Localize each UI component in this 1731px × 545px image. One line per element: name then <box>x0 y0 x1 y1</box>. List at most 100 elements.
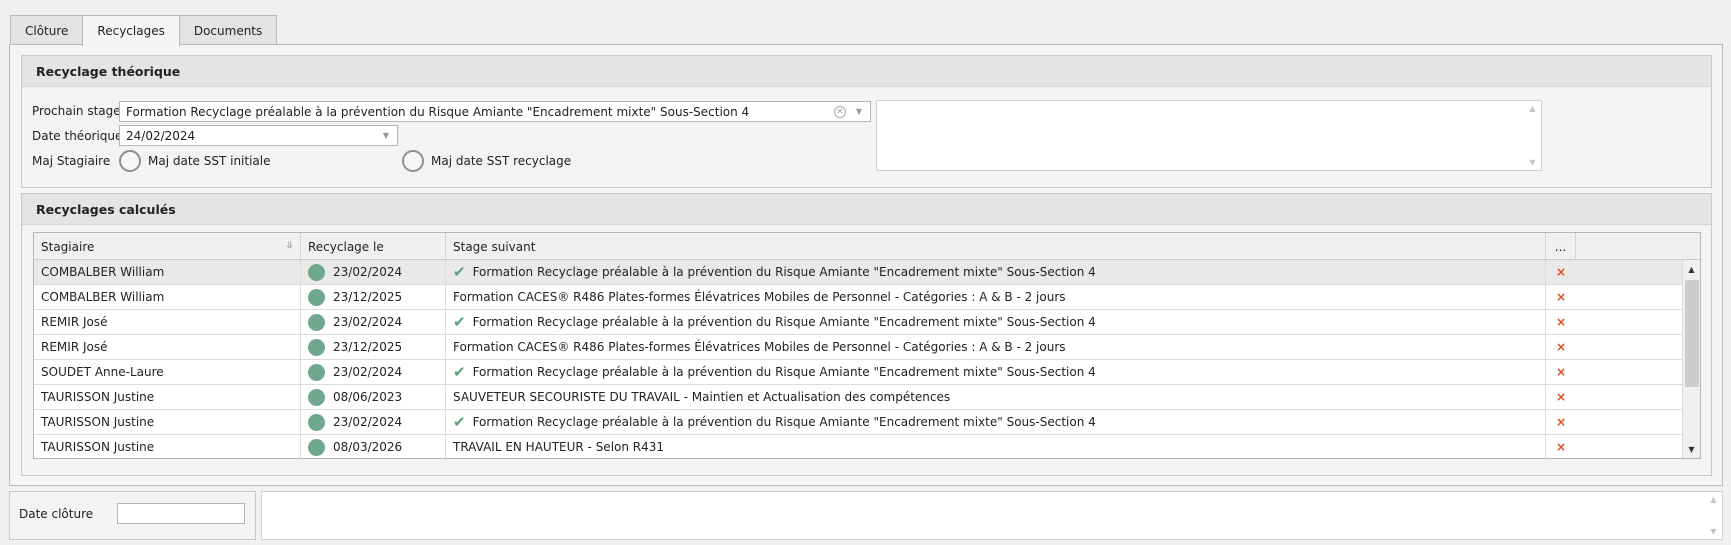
check-icon: ✔ <box>453 263 466 281</box>
cell-stage-suivant: ✔ Formation Recyclage préalable à la prév… <box>446 360 1546 384</box>
column-header-stage-suivant[interactable]: Stage suivant <box>446 233 1546 260</box>
delete-row-button[interactable]: × <box>1546 335 1576 359</box>
cell-stage-suivant: SAUVETEUR SECOURISTE DU TRAVAIL - Mainti… <box>446 385 1546 409</box>
cell-recyclage-le: 23/02/2024 <box>301 260 446 284</box>
cell-stage-text: TRAVAIL EN HAUTEUR - Selon R431 <box>453 440 665 454</box>
cell-stage-text: SAUVETEUR SECOURISTE DU TRAVAIL - Mainti… <box>453 390 951 404</box>
tab-documents[interactable]: Documents <box>178 15 278 45</box>
table-row[interactable]: REMIR José 23/02/2024 ✔ Formation Recyclage… <box>34 310 1683 335</box>
status-dot-icon <box>308 313 325 331</box>
sort-icon[interactable]: ⥥ <box>286 241 293 251</box>
clear-icon[interactable]: ✕ <box>834 105 846 118</box>
row-filler <box>1576 410 1683 434</box>
grid-scrollbar[interactable]: ▲ ▼ <box>1682 260 1700 458</box>
cell-stagiaire: REMIR José <box>34 310 301 334</box>
cell-stage-suivant: Formation CACES® R486 Plates-formes Élév… <box>446 285 1546 309</box>
date-cloture-input[interactable] <box>117 503 245 524</box>
table-row[interactable]: TAURISSON Justine 08/03/2026 TRAVAIL EN HA… <box>34 435 1683 458</box>
recyclage-notes-memo[interactable]: ▲ ▼ <box>876 100 1542 171</box>
cell-date-text: 08/06/2023 <box>333 390 403 404</box>
cell-stage-text: Formation CACES® R486 Plates-formes Élév… <box>453 290 1066 304</box>
scroll-up-icon[interactable]: ▲ <box>1683 262 1700 277</box>
delete-row-button[interactable]: × <box>1546 285 1576 309</box>
delete-row-button[interactable]: × <box>1546 360 1576 384</box>
cell-date-text: 23/02/2024 <box>333 415 403 429</box>
recyclage-theorique-group: Recyclage théorique Prochain stage Forma… <box>21 55 1712 188</box>
chevron-down-icon[interactable]: ▼ <box>852 107 866 116</box>
cell-recyclage-le: 23/02/2024 <box>301 310 446 334</box>
delete-row-button[interactable]: × <box>1546 310 1576 334</box>
cell-stage-suivant: Formation CACES® R486 Plates-formes Élév… <box>446 335 1546 359</box>
table-row[interactable]: COMBALBER William 23/02/2024 ✔ Formation Re… <box>34 260 1683 285</box>
cell-stagiaire: TAURISSON Justine <box>34 435 301 458</box>
cell-stage-text: Formation Recyclage préalable à la préve… <box>472 415 1096 429</box>
column-header-recyclage-le[interactable]: Recyclage le <box>301 233 446 260</box>
prochain-stage-combobox[interactable]: Formation Recyclage préalable à la préve… <box>119 101 871 122</box>
grid-header: Stagiaire ⥥ Recyclage le Stage suivant .… <box>34 233 1700 260</box>
chevron-down-icon[interactable]: ▼ <box>379 131 393 140</box>
memo-scrollbar[interactable]: ▲ ▼ <box>1524 101 1541 170</box>
delete-row-button[interactable]: × <box>1546 410 1576 434</box>
cell-stage-text: Formation Recyclage préalable à la préve… <box>472 265 1096 279</box>
scroll-down-icon[interactable]: ▼ <box>1710 527 1716 536</box>
check-icon: ✔ <box>453 363 466 381</box>
status-dot-icon <box>308 288 325 306</box>
cell-date-text: 23/12/2025 <box>333 290 403 304</box>
delete-row-button[interactable]: × <box>1546 260 1576 284</box>
row-filler <box>1576 260 1683 284</box>
cell-stage-suivant: TRAVAIL EN HAUTEUR - Selon R431 <box>446 435 1546 458</box>
header-filler <box>1576 233 1700 260</box>
row-filler <box>1576 385 1683 409</box>
column-chooser-button[interactable]: ... <box>1546 233 1576 260</box>
date-cloture-group: Date clôture <box>9 491 256 540</box>
scroll-up-icon[interactable]: ▲ <box>1529 104 1535 113</box>
memo-scrollbar[interactable]: ▲ ▼ <box>1705 492 1722 539</box>
row-filler <box>1576 285 1683 309</box>
radio-maj-sst-recyclage-label: Maj date SST recyclage <box>431 154 572 168</box>
date-theorique-value: 24/02/2024 <box>126 128 196 143</box>
scrollbar-thumb[interactable] <box>1685 280 1699 387</box>
table-row[interactable]: TAURISSON Justine 23/02/2024 ✔ Formation Re… <box>34 410 1683 435</box>
prochain-stage-label: Prochain stage <box>32 104 121 118</box>
delete-row-button[interactable]: × <box>1546 435 1576 458</box>
tab-cloture[interactable]: Clôture <box>10 15 84 45</box>
table-row[interactable]: TAURISSON Justine 08/06/2023 SAUVETEUR SEC… <box>34 385 1683 410</box>
radio-circle-icon[interactable] <box>402 150 424 172</box>
delete-row-button[interactable]: × <box>1546 385 1576 409</box>
cell-stage-text: Formation CACES® R486 Plates-formes Élév… <box>453 340 1066 354</box>
cell-stagiaire: COMBALBER William <box>34 285 301 309</box>
status-dot-icon <box>308 263 325 281</box>
cell-date-text: 23/02/2024 <box>333 365 403 379</box>
radio-maj-sst-recyclage[interactable]: Maj date SST recyclage <box>402 150 571 172</box>
recyclages-calcules-title: Recyclages calculés <box>22 194 1711 225</box>
recyclages-calcules-group: Recyclages calculés Stagiaire ⥥ Recyclag… <box>21 193 1712 476</box>
cell-recyclage-le: 23/02/2024 <box>301 360 446 384</box>
date-theorique-field[interactable]: 24/02/2024 ▼ <box>119 125 398 146</box>
cell-date-text: 23/02/2024 <box>333 265 403 279</box>
cloture-notes-memo[interactable]: ▲ ▼ <box>261 491 1723 540</box>
scroll-up-icon[interactable]: ▲ <box>1710 495 1716 504</box>
radio-circle-icon[interactable] <box>119 150 141 172</box>
table-row[interactable]: REMIR José 23/12/2025 Formation CACES® R48… <box>34 335 1683 360</box>
recyclages-panel: Recyclage théorique Prochain stage Forma… <box>9 44 1723 486</box>
cell-stage-text: Formation Recyclage préalable à la préve… <box>472 365 1096 379</box>
tab-recyclages[interactable]: Recyclages <box>82 15 180 46</box>
radio-maj-sst-initiale-label: Maj date SST initiale <box>148 154 271 168</box>
column-header-stagiaire[interactable]: Stagiaire ⥥ <box>34 233 301 260</box>
cell-recyclage-le: 23/12/2025 <box>301 335 446 359</box>
grid-body: COMBALBER William 23/02/2024 ✔ Formation Re… <box>34 260 1683 458</box>
scroll-down-icon[interactable]: ▼ <box>1683 442 1700 457</box>
scroll-down-icon[interactable]: ▼ <box>1529 158 1535 167</box>
prochain-stage-value: Formation Recyclage préalable à la préve… <box>126 104 750 119</box>
maj-stagiaire-label: Maj Stagiaire <box>32 154 111 168</box>
date-theorique-label: Date théorique <box>32 129 123 143</box>
cell-stage-text: Formation Recyclage préalable à la préve… <box>472 315 1096 329</box>
cell-stage-suivant: ✔ Formation Recyclage préalable à la prév… <box>446 310 1546 334</box>
radio-maj-sst-initiale[interactable]: Maj date SST initiale <box>119 150 271 172</box>
cell-stagiaire: TAURISSON Justine <box>34 410 301 434</box>
cell-date-text: 23/02/2024 <box>333 315 403 329</box>
date-cloture-label: Date clôture <box>19 507 94 521</box>
check-icon: ✔ <box>453 313 466 331</box>
table-row[interactable]: SOUDET Anne-Laure 23/02/2024 ✔ Formation Re… <box>34 360 1683 385</box>
table-row[interactable]: COMBALBER William 23/12/2025 Formation CAC… <box>34 285 1683 310</box>
